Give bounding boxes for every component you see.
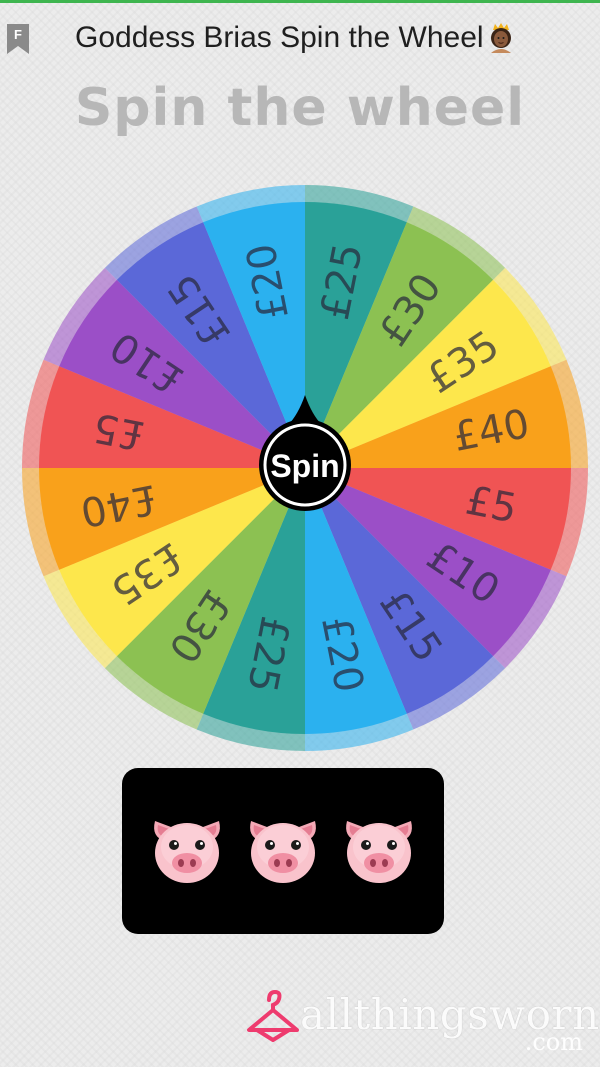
wheel-segment-label: £5: [462, 478, 521, 533]
watermark-suffix: .com: [524, 1028, 583, 1056]
watermark: allthingsworn .com: [245, 982, 599, 1057]
spin-button-label: Spin: [270, 448, 339, 484]
header-title-text: Goddess Brias Spin the Wheel: [75, 21, 484, 54]
page-title: Spin the wheel: [74, 78, 526, 138]
header: F Goddess Brias Spin the Wheel: [0, 3, 600, 71]
pig-face-icon: [337, 807, 421, 896]
pig-face-icon: [241, 807, 325, 896]
prize-wheel[interactable]: £25£30£35£40£5£10£15£20£25£30£35£40£5£10…: [22, 185, 588, 751]
wheel-segment-label: £5: [89, 403, 148, 458]
pig-face-icon: [145, 807, 229, 896]
crown-woman-icon: [490, 23, 511, 53]
header-title: Goddess Brias Spin the Wheel: [75, 21, 516, 55]
svg-text:F: F: [14, 27, 22, 42]
bookmark-icon[interactable]: F: [6, 23, 30, 55]
result-reel: [122, 768, 444, 934]
hanger-icon: [247, 989, 299, 1042]
